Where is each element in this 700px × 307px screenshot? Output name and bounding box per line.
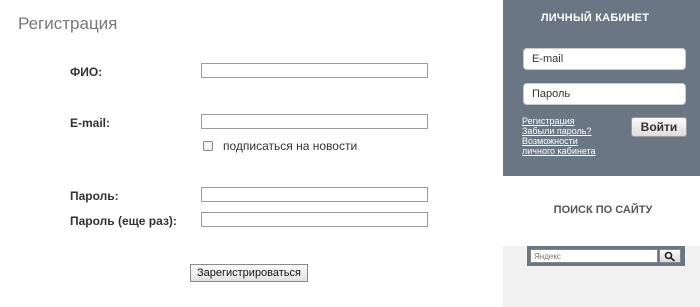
password-repeat-label: Пароль (еще раз):: [70, 214, 177, 228]
register-link[interactable]: Регистрация: [522, 116, 596, 126]
features-link-line-2[interactable]: личного кабинета: [522, 146, 596, 156]
personal-cabinet-panel: ЛИЧНЫЙ КАБИНЕТ E-mail Пароль Регистрация…: [503, 0, 700, 176]
fio-label: ФИО:: [70, 65, 103, 79]
cabinet-password-input[interactable]: Пароль: [523, 83, 686, 105]
email-label: E-mail:: [70, 116, 111, 130]
cabinet-links: Регистрация Забыли пароль? Возможности л…: [522, 116, 596, 156]
forgot-password-link[interactable]: Забыли пароль?: [522, 126, 596, 136]
registration-panel: Регистрация ФИО: E-mail: подписаться на …: [0, 0, 503, 307]
features-link-line-1[interactable]: Возможности: [522, 136, 596, 146]
password-label: Пароль:: [70, 189, 119, 203]
site-search-panel: ПОИСК ПО САЙТУ: [503, 176, 700, 246]
subscribe-checkbox[interactable]: [203, 141, 213, 151]
password-field[interactable]: [201, 187, 428, 202]
register-button[interactable]: Зарегистрироваться: [190, 264, 308, 282]
subscribe-label: подписаться на новости: [223, 139, 358, 153]
login-button[interactable]: Войти: [631, 117, 687, 137]
search-button[interactable]: [659, 249, 681, 263]
fio-field[interactable]: [201, 63, 428, 78]
subscribe-row[interactable]: подписаться на новости: [203, 139, 357, 153]
cabinet-email-input[interactable]: E-mail: [523, 48, 686, 70]
email-field[interactable]: [201, 114, 428, 129]
search-input[interactable]: [530, 249, 658, 263]
page-title: Регистрация: [18, 14, 118, 33]
magnifier-icon: [664, 251, 676, 262]
cabinet-title: ЛИЧНЫЙ КАБИНЕТ: [540, 12, 650, 24]
search-bar: [527, 246, 685, 266]
sidebar: ЛИЧНЫЙ КАБИНЕТ E-mail Пароль Регистрация…: [503, 0, 700, 307]
search-title: ПОИСК ПО САЙТУ: [553, 204, 653, 216]
password-repeat-field[interactable]: [201, 212, 428, 227]
